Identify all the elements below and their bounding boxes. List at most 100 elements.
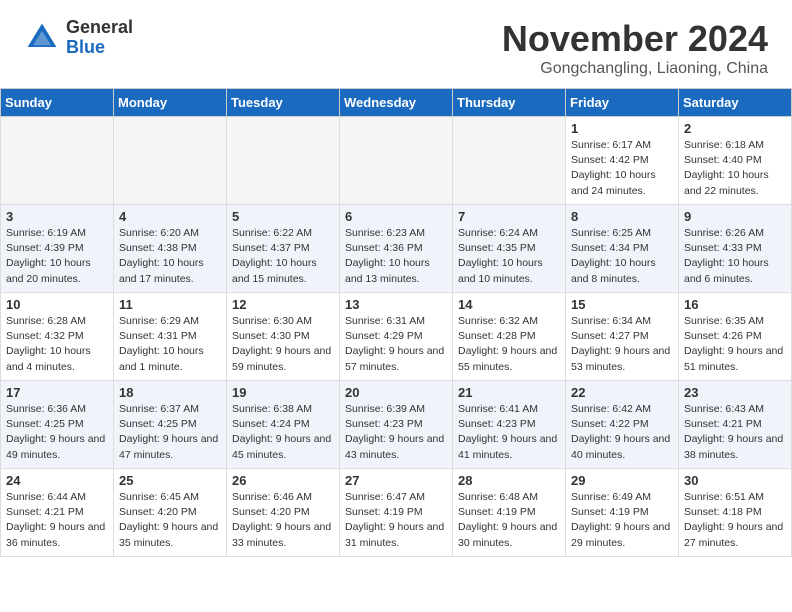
day-number: 8 xyxy=(571,209,673,224)
day-number: 1 xyxy=(571,121,673,136)
day-number: 24 xyxy=(6,473,108,488)
title-block: November 2024 Gongchangling, Liaoning, C… xyxy=(502,18,768,78)
day-info: Sunrise: 6:39 AM Sunset: 4:23 PM Dayligh… xyxy=(345,402,447,463)
day-info: Sunrise: 6:28 AM Sunset: 4:32 PM Dayligh… xyxy=(6,314,108,375)
day-number: 5 xyxy=(232,209,334,224)
day-number: 12 xyxy=(232,297,334,312)
day-info: Sunrise: 6:20 AM Sunset: 4:38 PM Dayligh… xyxy=(119,226,221,287)
day-number: 14 xyxy=(458,297,560,312)
logo-blue: Blue xyxy=(66,38,133,58)
calendar-week-row: 1 Sunrise: 6:17 AM Sunset: 4:42 PM Daylig… xyxy=(1,117,792,205)
table-row: 23 Sunrise: 6:43 AM Sunset: 4:21 PM Dayli… xyxy=(679,381,792,469)
col-saturday: Saturday xyxy=(679,89,792,117)
col-tuesday: Tuesday xyxy=(227,89,340,117)
day-number: 4 xyxy=(119,209,221,224)
table-row xyxy=(114,117,227,205)
table-row: 30 Sunrise: 6:51 AM Sunset: 4:18 PM Dayli… xyxy=(679,469,792,557)
day-number: 23 xyxy=(684,385,786,400)
day-info: Sunrise: 6:22 AM Sunset: 4:37 PM Dayligh… xyxy=(232,226,334,287)
table-row: 13 Sunrise: 6:31 AM Sunset: 4:29 PM Dayli… xyxy=(340,293,453,381)
table-row: 8 Sunrise: 6:25 AM Sunset: 4:34 PM Daylig… xyxy=(566,205,679,293)
day-info: Sunrise: 6:30 AM Sunset: 4:30 PM Dayligh… xyxy=(232,314,334,375)
table-row: 9Sunrise: 6:26 AM Sunset: 4:33 PM Daylig… xyxy=(679,205,792,293)
table-row: 4 Sunrise: 6:20 AM Sunset: 4:38 PM Daylig… xyxy=(114,205,227,293)
table-row: 5 Sunrise: 6:22 AM Sunset: 4:37 PM Daylig… xyxy=(227,205,340,293)
day-info: Sunrise: 6:29 AM Sunset: 4:31 PM Dayligh… xyxy=(119,314,221,375)
day-info: Sunrise: 6:32 AM Sunset: 4:28 PM Dayligh… xyxy=(458,314,560,375)
day-number: 10 xyxy=(6,297,108,312)
col-monday: Monday xyxy=(114,89,227,117)
logo-icon xyxy=(24,20,60,56)
day-number: 13 xyxy=(345,297,447,312)
day-info: Sunrise: 6:35 AM Sunset: 4:26 PM Dayligh… xyxy=(684,314,786,375)
calendar-header-row: Sunday Monday Tuesday Wednesday Thursday… xyxy=(1,89,792,117)
day-info: Sunrise: 6:37 AM Sunset: 4:25 PM Dayligh… xyxy=(119,402,221,463)
day-info: Sunrise: 6:31 AM Sunset: 4:29 PM Dayligh… xyxy=(345,314,447,375)
table-row: 6Sunrise: 6:23 AM Sunset: 4:36 PM Daylig… xyxy=(340,205,453,293)
table-row: 24 Sunrise: 6:44 AM Sunset: 4:21 PM Dayli… xyxy=(1,469,114,557)
day-number: 22 xyxy=(571,385,673,400)
table-row: 20 Sunrise: 6:39 AM Sunset: 4:23 PM Dayli… xyxy=(340,381,453,469)
day-number: 25 xyxy=(119,473,221,488)
day-number: 6 xyxy=(345,209,447,224)
table-row: 21Sunrise: 6:41 AM Sunset: 4:23 PM Dayli… xyxy=(453,381,566,469)
day-info: Sunrise: 6:24 AM Sunset: 4:35 PM Dayligh… xyxy=(458,226,560,287)
col-wednesday: Wednesday xyxy=(340,89,453,117)
day-info: Sunrise: 6:25 AM Sunset: 4:34 PM Dayligh… xyxy=(571,226,673,287)
day-number: 18 xyxy=(119,385,221,400)
calendar-week-row: 3Sunrise: 6:19 AM Sunset: 4:39 PM Daylig… xyxy=(1,205,792,293)
day-info: Sunrise: 6:19 AM Sunset: 4:39 PM Dayligh… xyxy=(6,226,108,287)
table-row: 17 Sunrise: 6:36 AM Sunset: 4:25 PM Dayli… xyxy=(1,381,114,469)
table-row: 16Sunrise: 6:35 AM Sunset: 4:26 PM Dayli… xyxy=(679,293,792,381)
table-row: 11 Sunrise: 6:29 AM Sunset: 4:31 PM Dayli… xyxy=(114,293,227,381)
month-title: November 2024 xyxy=(502,18,768,60)
day-info: Sunrise: 6:46 AM Sunset: 4:20 PM Dayligh… xyxy=(232,490,334,551)
day-info: Sunrise: 6:51 AM Sunset: 4:18 PM Dayligh… xyxy=(684,490,786,551)
table-row: 15 Sunrise: 6:34 AM Sunset: 4:27 PM Dayli… xyxy=(566,293,679,381)
table-row: 19 Sunrise: 6:38 AM Sunset: 4:24 PM Dayli… xyxy=(227,381,340,469)
day-number: 11 xyxy=(119,297,221,312)
table-row: 3Sunrise: 6:19 AM Sunset: 4:39 PM Daylig… xyxy=(1,205,114,293)
day-info: Sunrise: 6:17 AM Sunset: 4:42 PM Dayligh… xyxy=(571,138,673,199)
table-row xyxy=(227,117,340,205)
table-row: 18 Sunrise: 6:37 AM Sunset: 4:25 PM Dayli… xyxy=(114,381,227,469)
table-row: 28 Sunrise: 6:48 AM Sunset: 4:19 PM Dayli… xyxy=(453,469,566,557)
day-number: 30 xyxy=(684,473,786,488)
day-info: Sunrise: 6:18 AM Sunset: 4:40 PM Dayligh… xyxy=(684,138,786,199)
table-row xyxy=(453,117,566,205)
logo: General Blue xyxy=(24,18,133,58)
table-row: 10 Sunrise: 6:28 AM Sunset: 4:32 PM Dayli… xyxy=(1,293,114,381)
day-info: Sunrise: 6:34 AM Sunset: 4:27 PM Dayligh… xyxy=(571,314,673,375)
day-number: 20 xyxy=(345,385,447,400)
day-info: Sunrise: 6:44 AM Sunset: 4:21 PM Dayligh… xyxy=(6,490,108,551)
table-row: 7Sunrise: 6:24 AM Sunset: 4:35 PM Daylig… xyxy=(453,205,566,293)
day-number: 19 xyxy=(232,385,334,400)
col-sunday: Sunday xyxy=(1,89,114,117)
day-number: 15 xyxy=(571,297,673,312)
day-info: Sunrise: 6:48 AM Sunset: 4:19 PM Dayligh… xyxy=(458,490,560,551)
day-info: Sunrise: 6:47 AM Sunset: 4:19 PM Dayligh… xyxy=(345,490,447,551)
table-row: 2 Sunrise: 6:18 AM Sunset: 4:40 PM Daylig… xyxy=(679,117,792,205)
logo-general: General xyxy=(66,18,133,38)
day-info: Sunrise: 6:49 AM Sunset: 4:19 PM Dayligh… xyxy=(571,490,673,551)
day-number: 28 xyxy=(458,473,560,488)
day-info: Sunrise: 6:38 AM Sunset: 4:24 PM Dayligh… xyxy=(232,402,334,463)
day-number: 2 xyxy=(684,121,786,136)
table-row: 12 Sunrise: 6:30 AM Sunset: 4:30 PM Dayli… xyxy=(227,293,340,381)
day-number: 9 xyxy=(684,209,786,224)
location: Gongchangling, Liaoning, China xyxy=(502,60,768,78)
logo-text: General Blue xyxy=(66,18,133,58)
day-number: 27 xyxy=(345,473,447,488)
calendar-week-row: 10 Sunrise: 6:28 AM Sunset: 4:32 PM Dayli… xyxy=(1,293,792,381)
day-number: 21 xyxy=(458,385,560,400)
table-row: 22Sunrise: 6:42 AM Sunset: 4:22 PM Dayli… xyxy=(566,381,679,469)
table-row: 14 Sunrise: 6:32 AM Sunset: 4:28 PM Dayli… xyxy=(453,293,566,381)
table-row xyxy=(340,117,453,205)
day-number: 29 xyxy=(571,473,673,488)
day-info: Sunrise: 6:43 AM Sunset: 4:21 PM Dayligh… xyxy=(684,402,786,463)
calendar-table: Sunday Monday Tuesday Wednesday Thursday… xyxy=(0,88,792,557)
col-friday: Friday xyxy=(566,89,679,117)
day-info: Sunrise: 6:36 AM Sunset: 4:25 PM Dayligh… xyxy=(6,402,108,463)
day-number: 17 xyxy=(6,385,108,400)
table-row xyxy=(1,117,114,205)
